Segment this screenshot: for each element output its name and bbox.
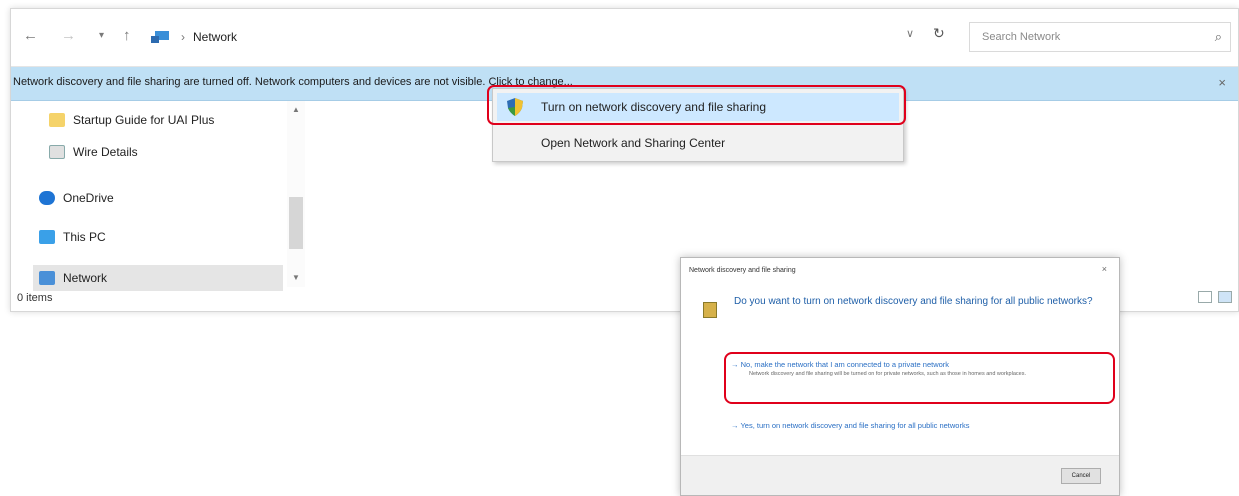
recent-locations-button[interactable]: ▾ [99,30,104,41]
nav-item-wire-details[interactable]: Wire Details [49,139,138,165]
callout-highlight-private-option [724,352,1115,404]
scrollbar-thumb[interactable] [289,197,303,249]
details-view-icon[interactable] [1198,291,1212,303]
cloud-icon [39,191,55,205]
cancel-button[interactable]: Cancel [1061,468,1101,484]
scroll-down-icon[interactable]: ▼ [292,273,300,282]
nav-item-label: Wire Details [73,145,138,159]
item-count: 0 items [17,292,53,304]
path-separator: › [181,30,185,44]
infobar-close-icon[interactable]: × [1218,75,1226,90]
dialog-close-icon[interactable]: × [1102,264,1107,274]
nav-item-startup-guide[interactable]: Startup Guide for UAI Plus [49,107,214,133]
nav-item-label: Startup Guide for UAI Plus [73,113,215,127]
address-dropdown-button[interactable]: ∨ [906,27,914,40]
scroll-up-icon[interactable]: ▲ [292,105,300,114]
navigation-pane: Startup Guide for UAI Plus Wire Details … [11,101,307,291]
address-toolbar: ← → ▾ ↑ › Network ∨ ↻ Search Network ⌕ [11,9,1238,67]
search-placeholder: Search Network [982,31,1061,43]
refresh-button[interactable]: ↻ [933,25,945,42]
forward-button[interactable]: → [61,27,76,44]
file-icon [49,145,65,159]
callout-highlight-menu-item [487,85,906,125]
up-button[interactable]: ↑ [123,27,131,44]
network-location-icon [151,30,171,44]
dialog-title: Network discovery and file sharing [689,267,796,274]
nav-item-this-pc[interactable]: This PC [39,224,106,250]
menu-item-label: Open Network and Sharing Center [541,136,726,150]
option-public-networks[interactable]: → Yes, turn on network discovery and fil… [731,420,1101,431]
dialog-question: Do you want to turn on network discovery… [734,296,1093,307]
address-path[interactable]: › Network [151,25,237,49]
dialog-footer: Cancel [681,455,1119,495]
search-icon: ⌕ [1214,29,1222,44]
document-icon [49,113,65,127]
menu-item-open-sharing-center[interactable]: Open Network and Sharing Center [497,129,899,157]
nav-item-label: Network [63,271,108,285]
network-shield-icon [703,302,717,318]
nav-item-label: OneDrive [63,191,114,205]
computer-icon [39,230,55,244]
arrow-right-icon: → [731,421,739,430]
option-label: Yes, turn on network discovery and file … [740,421,970,430]
navpane-scrollbar[interactable]: ▲ ▼ [287,101,305,287]
back-button[interactable]: ← [23,27,38,44]
network-icon [39,271,55,285]
search-input[interactable]: Search Network ⌕ [969,22,1231,52]
nav-item-onedrive[interactable]: OneDrive [39,185,114,211]
large-icons-view-icon[interactable] [1218,291,1232,303]
nav-item-label: This PC [63,230,106,244]
path-segment-network[interactable]: Network [193,30,237,44]
